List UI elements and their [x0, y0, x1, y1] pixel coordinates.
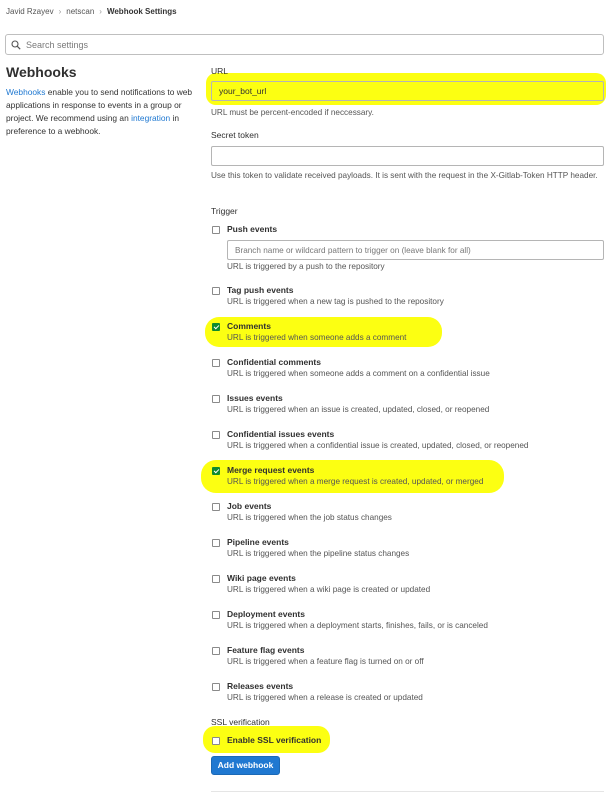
trigger-desc: URL is triggered when someone adds a com…	[227, 333, 407, 342]
trigger-desc: URL is triggered by a push to the reposi…	[227, 262, 385, 271]
trigger-name: Tag push events	[227, 285, 294, 295]
add-webhook-button[interactable]: Add webhook	[211, 756, 280, 775]
breadcrumb-item-project[interactable]: netscan	[66, 7, 94, 16]
trigger-desc: URL is triggered when a feature flag is …	[227, 657, 424, 666]
trigger-name: Confidential comments	[227, 357, 321, 367]
trigger-desc: URL is triggered when the pipeline statu…	[227, 549, 410, 558]
search-settings-box	[5, 34, 604, 55]
trigger-desc: URL is triggered when a merge request is…	[227, 477, 484, 486]
trigger-desc: URL is triggered when a new tag is pushe…	[227, 297, 444, 306]
trigger-name: Job events	[227, 501, 272, 511]
search-icon	[11, 39, 21, 50]
ssl-verification-label: SSL verification	[211, 717, 270, 727]
secret-token-help: Use this token to validate received payl…	[211, 171, 598, 180]
secret-token-input[interactable]	[211, 146, 604, 166]
section-description: Webhooks enable you to send notification…	[6, 86, 194, 138]
wiki-page-events-checkbox[interactable]	[212, 575, 220, 583]
chevron-right-icon: ›	[99, 6, 102, 16]
ssl-verification-checkbox-label: Enable SSL verification	[227, 735, 322, 745]
merge-request-events-checkbox[interactable]	[212, 467, 220, 475]
breadcrumb-item-current[interactable]: Webhook Settings	[107, 7, 177, 16]
url-input[interactable]: your_bot_url	[211, 81, 604, 101]
job-events-checkbox[interactable]	[212, 503, 220, 511]
trigger-name: Confidential issues events	[227, 429, 335, 439]
integration-link[interactable]: integration	[131, 113, 170, 123]
trigger-name: Releases events	[227, 681, 294, 691]
tag-push-events-checkbox[interactable]	[212, 287, 220, 295]
comments-checkbox[interactable]	[212, 323, 220, 331]
trigger-desc: URL is triggered when a deployment start…	[227, 621, 488, 630]
trigger-name: Push events	[227, 224, 278, 234]
trigger-desc: URL is triggered when someone adds a com…	[227, 369, 490, 378]
url-label: URL	[211, 66, 229, 76]
divider	[211, 791, 604, 792]
issues-events-checkbox[interactable]	[212, 395, 220, 403]
breadcrumb: Javid Rzayev › netscan › Webhook Setting…	[6, 4, 177, 18]
trigger-name: Comments	[227, 321, 271, 331]
trigger-name: Feature flag events	[227, 645, 305, 655]
branch-filter-input[interactable]	[227, 240, 604, 260]
chevron-right-icon: ›	[58, 6, 62, 16]
trigger-desc: URL is triggered when a confidential iss…	[227, 441, 529, 450]
trigger-desc: URL is triggered when a release is creat…	[227, 693, 423, 702]
trigger-name: Deployment events	[227, 609, 305, 619]
trigger-name: Issues events	[227, 393, 283, 403]
trigger-name: Merge request events	[227, 465, 315, 475]
trigger-desc: URL is triggered when the job status cha…	[227, 513, 392, 522]
trigger-desc: URL is triggered when a wiki page is cre…	[227, 585, 431, 594]
pipeline-events-checkbox[interactable]	[212, 539, 220, 547]
ssl-verification-checkbox[interactable]	[212, 737, 220, 745]
feature-flag-events-checkbox[interactable]	[212, 647, 220, 655]
section-title: Webhooks	[6, 64, 77, 80]
confidential-comments-checkbox[interactable]	[212, 359, 220, 367]
trigger-desc: URL is triggered when an issue is create…	[227, 405, 490, 414]
deployment-events-checkbox[interactable]	[212, 611, 220, 619]
secret-token-label: Secret token	[211, 130, 259, 140]
push-events-checkbox[interactable]	[212, 226, 220, 234]
search-input[interactable]	[26, 39, 586, 50]
url-help: URL must be percent-encoded if neccessar…	[211, 108, 374, 117]
trigger-label: Trigger	[211, 206, 238, 216]
webhooks-docs-link[interactable]: Webhooks	[6, 87, 45, 97]
breadcrumb-item-user[interactable]: Javid Rzayev	[6, 7, 54, 16]
trigger-name: Pipeline events	[227, 537, 289, 547]
trigger-name: Wiki page events	[227, 573, 296, 583]
confidential-issues-events-checkbox[interactable]	[212, 431, 220, 439]
releases-events-checkbox[interactable]	[212, 683, 220, 691]
